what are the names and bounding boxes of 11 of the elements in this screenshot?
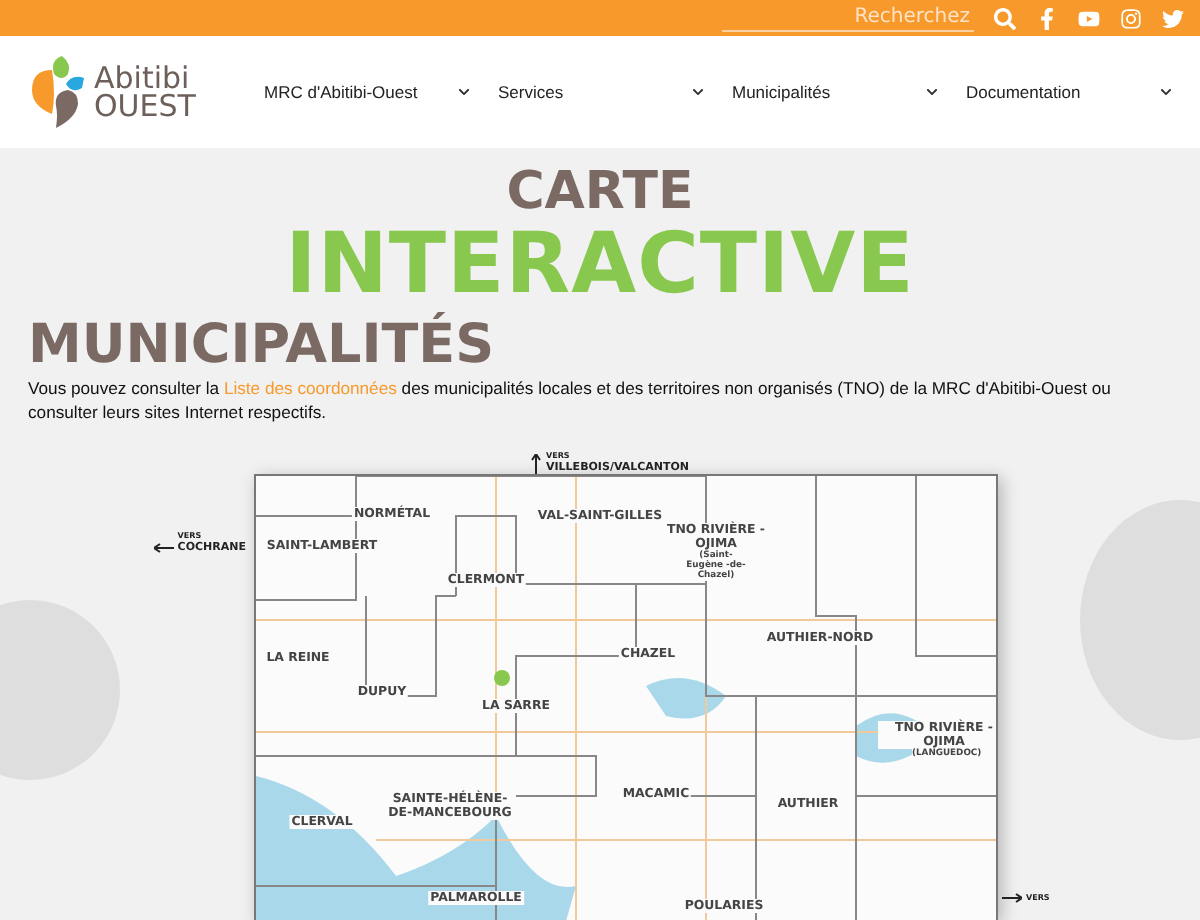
nav-menu-item[interactable]: Municipalités <box>732 82 938 102</box>
section-heading: MUNICIPALITÉS <box>28 316 497 376</box>
page-title: INTERACTIVE <box>285 220 915 308</box>
nav-menu-item[interactable]: MRC d'Abitibi-Ouest <box>264 82 470 102</box>
intro-paragraph: Vous pouvez consulter la Liste des coordonnées des municipalités locales et des territoires non organisés (TNO) de la MRC d'Abitibi-Ouest ou consulter leurs sites Internet respectifs. <box>28 376 1113 424</box>
logo-text: OUEST <box>94 92 196 120</box>
nav-menu-item[interactable]: Services <box>498 82 704 102</box>
search-field[interactable]: Recherchez <box>722 5 974 31</box>
nav-menu-item[interactable]: Documentation <box>966 82 1172 102</box>
page-title: CARTE <box>506 164 694 220</box>
logo-text: Abitibi <box>94 64 190 92</box>
